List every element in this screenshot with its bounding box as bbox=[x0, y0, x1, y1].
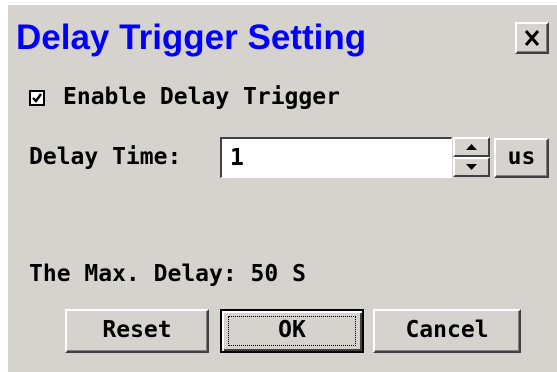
ok-label: OK bbox=[278, 317, 306, 343]
delay-time-input[interactable]: 1 bbox=[220, 137, 452, 178]
enable-delay-label[interactable]: Enable Delay Trigger bbox=[63, 82, 340, 112]
unit-button[interactable]: us bbox=[494, 138, 549, 178]
spin-up-button[interactable] bbox=[453, 137, 490, 157]
reset-button[interactable]: Reset bbox=[65, 309, 209, 353]
window-title: Delay Trigger Setting bbox=[16, 18, 367, 57]
enable-delay-checkbox[interactable] bbox=[29, 90, 45, 106]
title-bar: Delay Trigger Setting bbox=[8, 5, 557, 67]
spin-down-button[interactable] bbox=[453, 157, 490, 177]
close-button[interactable] bbox=[515, 22, 549, 54]
ok-button[interactable]: OK bbox=[220, 309, 364, 353]
cancel-button[interactable]: Cancel bbox=[373, 309, 521, 353]
delay-time-label: Delay Time: bbox=[29, 144, 182, 170]
delay-trigger-dialog: Delay Trigger Setting Enable Delay Trigg… bbox=[6, 3, 557, 372]
max-delay-label: The Max. Delay: 50 S bbox=[29, 261, 306, 287]
